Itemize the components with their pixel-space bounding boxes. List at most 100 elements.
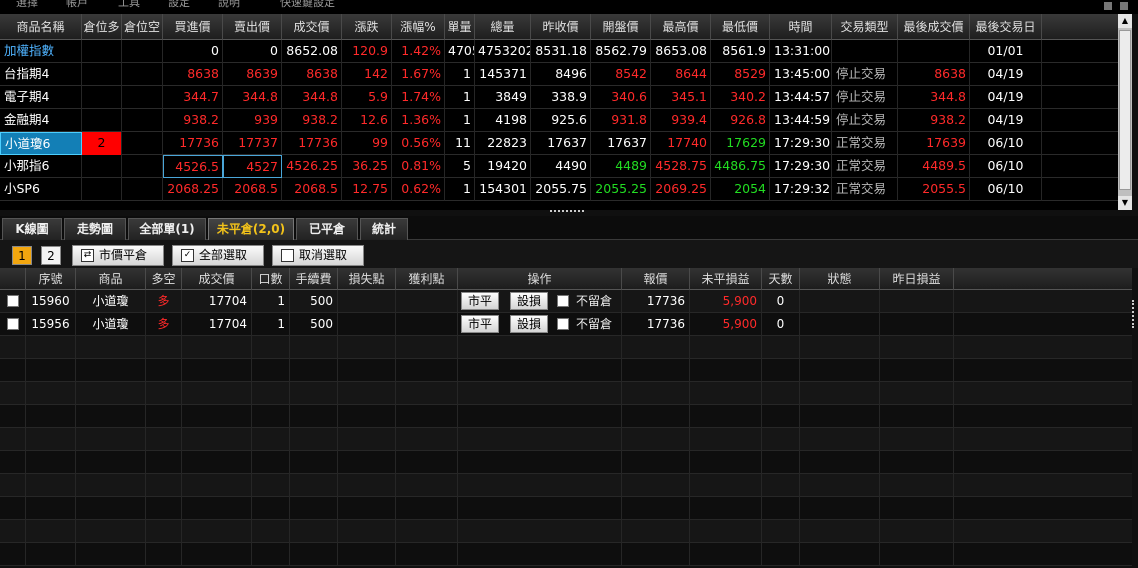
tab-open-positions[interactable]: 未平倉(2,0) <box>208 218 294 240</box>
quote-col-long[interactable]: 倉位多 <box>82 14 122 40</box>
quote-col-time[interactable]: 時間 <box>770 14 832 40</box>
positions-col-op[interactable]: 操作 <box>458 268 622 290</box>
quote-col-bid[interactable]: 買進價 <box>163 14 223 40</box>
position-cell-fee <box>290 382 338 405</box>
pane-splitter[interactable] <box>550 210 584 214</box>
quote-col-lastprice[interactable]: 最後成交價 <box>898 14 970 40</box>
quote-col-high[interactable]: 最高價 <box>651 14 711 40</box>
quote-cell-total: 3849 <box>475 86 531 109</box>
quote-col-low[interactable]: 最低價 <box>711 14 770 40</box>
position-cell-stop <box>338 520 396 543</box>
quote-row[interactable]: 加權指數008652.08120.91.42%470547532028531.1… <box>0 40 1118 63</box>
position-cell-days <box>762 428 800 451</box>
quote-col-short[interactable]: 倉位空 <box>122 14 163 40</box>
set-stop-button[interactable]: 設損 <box>510 315 548 333</box>
quote-row[interactable]: 小那指6 4526.5 4527 4526.25 36.25 0.81% 5 19420 449… <box>0 155 1118 178</box>
quote-scrollbar[interactable]: ▲ ▼ <box>1118 14 1132 210</box>
position-cell-days <box>762 497 800 520</box>
quote-col-lastday[interactable]: 最後交易日 <box>970 14 1042 40</box>
positions-col-lots[interactable]: 口數 <box>252 268 290 290</box>
positions-col-stop[interactable]: 損失點 <box>338 268 396 290</box>
quote-cell-type: 停止交易 <box>832 63 898 86</box>
quote-cell-prev: 4490 <box>531 155 591 178</box>
positions-col-side[interactable]: 多空 <box>146 268 182 290</box>
positions-col-seq[interactable]: 序號 <box>26 268 76 290</box>
quote-col-ask[interactable]: 賣出價 <box>223 14 282 40</box>
row-select-checkbox[interactable] <box>7 295 19 307</box>
quote-row[interactable]: 金融期4 938.2 939 938.2 12.6 1.36% 1 4198 925.6 931.… <box>0 109 1118 132</box>
tab-closed-positions[interactable]: 已平倉 <box>296 218 358 240</box>
quote-cell-last: 344.8 <box>282 86 342 109</box>
quote-col-name[interactable]: 商品名稱 <box>0 14 82 40</box>
no-overnight-checkbox[interactable] <box>557 295 569 307</box>
position-cell-days <box>762 520 800 543</box>
positions-col-fee[interactable]: 手續費 <box>290 268 338 290</box>
position-cell-days <box>762 451 800 474</box>
quote-row[interactable]: 台指期4 8638 8639 8638 142 1.67% 1 145371 8496 8542 8… <box>0 63 1118 86</box>
position-cell-quote <box>622 405 690 428</box>
close-icon[interactable] <box>1120 2 1128 10</box>
quote-row[interactable]: 電子期4 344.7 344.8 344.8 5.9 1.74% 1 3849 338.9 340… <box>0 86 1118 109</box>
positions-col-quote[interactable]: 報價 <box>622 268 690 290</box>
quote-cell-ask: 17737 <box>223 132 282 155</box>
minimize-icon[interactable] <box>1104 2 1112 10</box>
set-stop-button[interactable]: 設損 <box>510 292 548 310</box>
quote-cell-chg: 12.75 <box>342 178 392 201</box>
positions-col-status[interactable]: 狀態 <box>800 268 880 290</box>
positions-col-product[interactable]: 商品 <box>76 268 146 290</box>
resize-grip[interactable] <box>1132 300 1138 328</box>
quote-col-pct[interactable]: 漲幅% <box>392 14 445 40</box>
quote-col-last[interactable]: 成交價 <box>282 14 342 40</box>
quote-col-open[interactable]: 開盤價 <box>591 14 651 40</box>
no-overnight-checkbox[interactable] <box>557 318 569 330</box>
market-close-row-button[interactable]: 市平 <box>461 292 499 310</box>
scroll-down-icon[interactable]: ▼ <box>1118 196 1132 210</box>
quote-row[interactable]: 小道瓊6 2 17736 17737 17736 99 0.56% 11 22823 17637 1… <box>0 132 1118 155</box>
positions-col-chk[interactable] <box>0 268 26 290</box>
market-close-button[interactable]: ⇄ 市價平倉 <box>72 245 164 266</box>
menu-item-0[interactable]: 選擇 <box>16 0 38 10</box>
quote-col-chg[interactable]: 漲跌 <box>342 14 392 40</box>
positions-col-price[interactable]: 成交價 <box>182 268 252 290</box>
quote-row[interactable]: 小SP6 2068.25 2068.5 2068.5 12.75 0.62% 1 154301… <box>0 178 1118 201</box>
quote-cell-name: 電子期4 <box>0 86 82 109</box>
page-1-button[interactable]: 1 <box>12 246 32 265</box>
quote-cell-bid: 2068.25 <box>163 178 223 201</box>
empty-row <box>0 497 1132 520</box>
tab-kline[interactable]: K線圖 <box>2 218 62 240</box>
page-2-button[interactable]: 2 <box>41 246 61 265</box>
position-cell-price <box>182 474 252 497</box>
tab-statistics[interactable]: 統計 <box>360 218 408 240</box>
positions-col-days[interactable]: 天數 <box>762 268 800 290</box>
position-cell-op: 市平 設損 不留倉 <box>458 313 622 336</box>
quote-col-vol[interactable]: 單量 <box>445 14 475 40</box>
quote-cell-total: 19420 <box>475 155 531 178</box>
position-cell-price <box>182 520 252 543</box>
menu-item-4[interactable]: 說明 <box>218 0 240 10</box>
scroll-thumb[interactable] <box>1119 30 1131 190</box>
menu-item-5[interactable]: 快速鍵設定 <box>280 0 335 10</box>
deselect-button[interactable]: 取消選取 <box>272 245 364 266</box>
menu-item-1[interactable]: 帳戶 <box>66 0 88 10</box>
position-cell-pnl <box>690 497 762 520</box>
positions-col-pnl[interactable]: 未平損益 <box>690 268 762 290</box>
menu-item-2[interactable]: 工具 <box>118 0 140 10</box>
tab-all-orders[interactable]: 全部單(1) <box>128 218 206 240</box>
row-select-checkbox[interactable] <box>7 318 19 330</box>
scroll-up-icon[interactable]: ▲ <box>1118 14 1132 28</box>
menu-item-3[interactable]: 設定 <box>168 0 190 10</box>
position-cell-yday <box>880 474 954 497</box>
tab-trend[interactable]: 走勢圖 <box>64 218 126 240</box>
quote-col-total[interactable]: 總量 <box>475 14 531 40</box>
position-row[interactable]: 15960 小道瓊多 17704 1 500 市平 設損 不留倉 17736 5,900 0 <box>0 290 1132 313</box>
position-cell-op <box>458 359 622 382</box>
select-all-button[interactable]: ✓ 全部選取 <box>172 245 264 266</box>
position-cell-take <box>396 313 458 336</box>
position-row[interactable]: 15956 小道瓊多 17704 1 500 市平 設損 不留倉 17736 5,900 0 <box>0 313 1132 336</box>
quote-col-prev[interactable]: 昨收價 <box>531 14 591 40</box>
positions-col-take[interactable]: 獲利點 <box>396 268 458 290</box>
positions-col-yday[interactable]: 昨日損益 <box>880 268 954 290</box>
position-cell-stop <box>338 451 396 474</box>
quote-col-type[interactable]: 交易類型 <box>832 14 898 40</box>
market-close-row-button[interactable]: 市平 <box>461 315 499 333</box>
